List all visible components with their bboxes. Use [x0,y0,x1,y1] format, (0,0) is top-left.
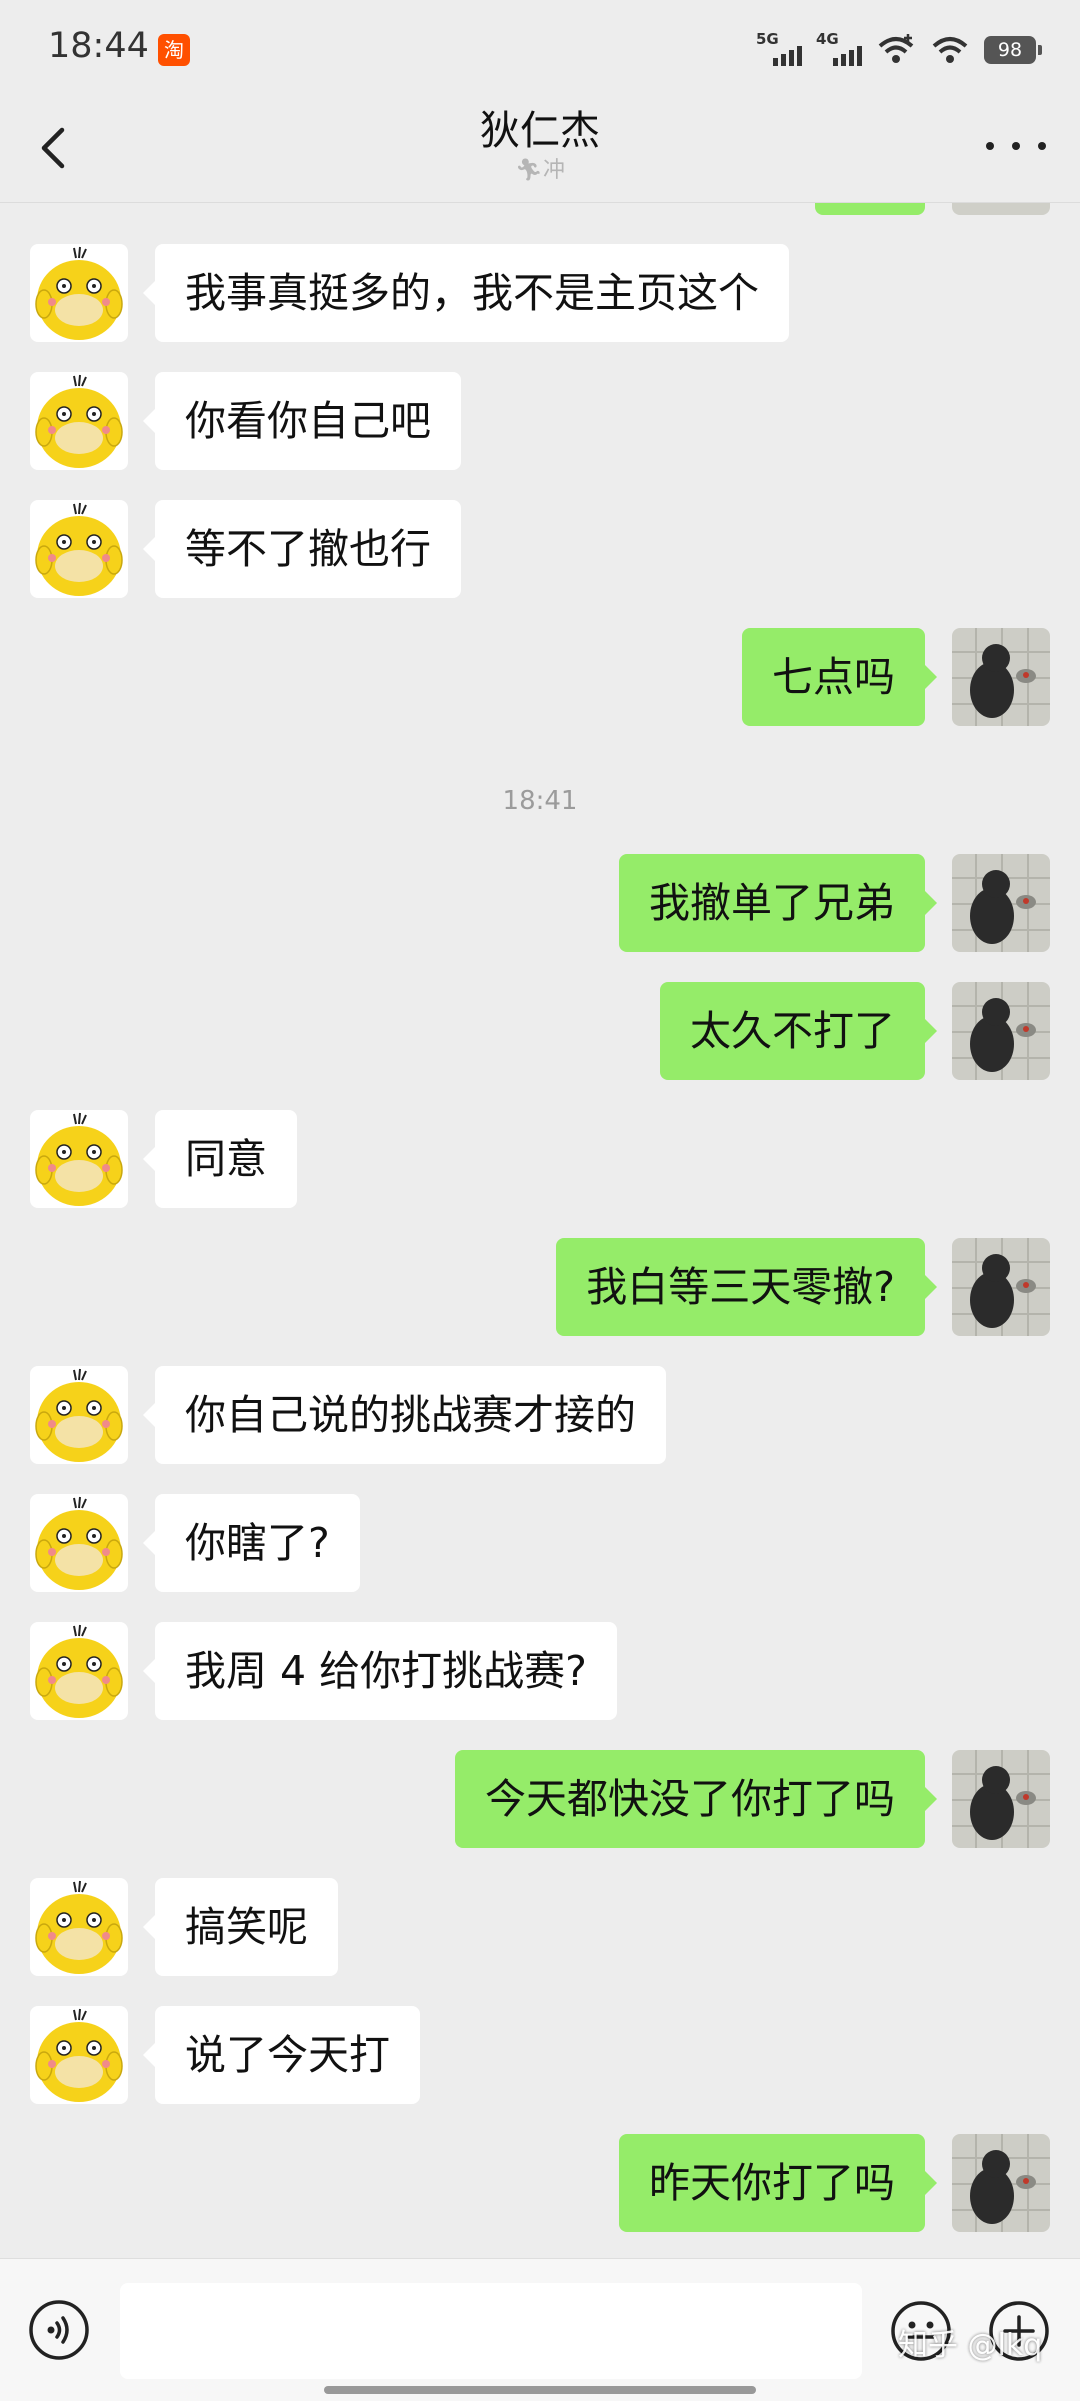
psyduck-avatar-icon [30,1110,128,1208]
incoming-message: 你看你自己吧 [0,372,1080,470]
partial-avatar [952,203,1050,215]
psyduck-avatar-icon [30,372,128,470]
status-indicators: 5G 4G 98 [756,28,1042,72]
contact-avatar[interactable] [30,2006,128,2104]
home-indicator[interactable] [324,2386,756,2394]
psyduck-avatar-icon [30,1366,128,1464]
psyduck-avatar-icon [30,2006,128,2104]
contact-avatar[interactable] [30,1494,128,1592]
outgoing-message: 今天都快没了你打了吗 [0,1750,1080,1848]
chat-status: 🏃︎冲 [0,152,1080,184]
message-bubble[interactable]: 我事真挺多的，我不是主页这个 [143,244,789,342]
wifi-icon [932,37,968,63]
taobao-icon: 淘 [158,34,190,66]
user-avatar[interactable] [952,854,1050,952]
signal-4g-icon: 4G [816,30,862,70]
message-timestamp: 18:41 [502,786,578,816]
penguin-avatar-icon [952,854,1050,952]
psyduck-avatar-icon [30,500,128,598]
contact-avatar[interactable] [30,244,128,342]
penguin-avatar-icon [952,1750,1050,1848]
user-avatar[interactable] [952,2134,1050,2232]
running-icon: 🏃︎ [515,158,543,183]
message-bubble[interactable]: 同意 [143,1110,297,1208]
outgoing-message: 太久不打了 [0,982,1080,1080]
contact-avatar[interactable] [30,1110,128,1208]
message-bubble[interactable]: 我撤单了兄弟 [619,854,937,952]
outgoing-message: 我白等三天零撤? [0,1238,1080,1336]
incoming-message: 你自己说的挑战赛才接的 [0,1366,1080,1464]
voice-input-button[interactable] [28,2299,90,2361]
penguin-avatar-icon [952,628,1050,726]
penguin-avatar-icon [952,1238,1050,1336]
contact-avatar[interactable] [30,1622,128,1720]
penguin-avatar-icon [952,982,1050,1080]
penguin-avatar-icon [952,2134,1050,2232]
incoming-message: 同意 [0,1110,1080,1208]
contact-avatar[interactable] [30,500,128,598]
chat-status-text: 冲 [542,158,565,183]
more-options-button[interactable] [986,126,1046,166]
outgoing-message: 七点吗 [0,628,1080,726]
message-list[interactable]: 我事真挺多的，我不是主页这个 你看你自己吧 等不了撤也行七点吗 18:41 我撤单了兄弟… [0,203,1080,2258]
partial-outgoing-bubble [815,203,925,215]
signal-5g-icon: 5G [756,30,802,70]
incoming-message: 搞笑呢 [0,1878,1080,1976]
incoming-message: 我事真挺多的，我不是主页这个 [0,244,1080,342]
outgoing-message: 我撤单了兄弟 [0,854,1080,952]
message-bubble[interactable]: 等不了撤也行 [143,500,461,598]
psyduck-avatar-icon [30,244,128,342]
message-bubble[interactable]: 说了今天打 [143,2006,420,2104]
message-bubble[interactable]: 昨天你打了吗 [619,2134,937,2232]
message-bubble[interactable]: 你看你自己吧 [143,372,461,470]
incoming-message: 说了今天打 [0,2006,1080,2104]
user-avatar[interactable] [952,628,1050,726]
wifi-plus-icon [878,34,914,63]
psyduck-avatar-icon [30,1622,128,1720]
psyduck-avatar-icon [30,1494,128,1592]
message-bubble[interactable]: 我周 4 给你打挑战赛? [143,1622,617,1720]
incoming-message: 你瞎了? [0,1494,1080,1592]
chat-header: 狄仁杰 🏃︎冲 [0,96,1080,203]
message-bubble[interactable]: 太久不打了 [660,982,937,1080]
outgoing-message: 昨天你打了吗 [0,2134,1080,2232]
message-bubble[interactable]: 我白等三天零撤? [556,1238,937,1336]
message-bubble[interactable]: 七点吗 [742,628,937,726]
message-input[interactable] [120,2283,862,2379]
contact-avatar[interactable] [30,1878,128,1976]
message-bubble[interactable]: 你自己说的挑战赛才接的 [143,1366,666,1464]
message-bubble[interactable]: 搞笑呢 [143,1878,338,1976]
incoming-message: 我周 4 给你打挑战赛? [0,1622,1080,1720]
battery-indicator: 98 [984,36,1042,64]
message-bubble[interactable]: 你瞎了? [143,1494,360,1592]
status-bar: 18:44 淘 5G 4G 98 [0,0,1080,96]
chat-title: 狄仁杰 [480,108,600,154]
incoming-message: 等不了撤也行 [0,500,1080,598]
contact-avatar[interactable] [30,372,128,470]
user-avatar[interactable] [952,1238,1050,1336]
status-time: 18:44 [48,26,149,66]
user-avatar[interactable] [952,982,1050,1080]
psyduck-avatar-icon [30,1878,128,1976]
contact-avatar[interactable] [30,1366,128,1464]
message-bubble[interactable]: 今天都快没了你打了吗 [455,1750,937,1848]
zhihu-watermark: 知乎 @lkq [898,2328,1043,2363]
user-avatar[interactable] [952,1750,1050,1848]
